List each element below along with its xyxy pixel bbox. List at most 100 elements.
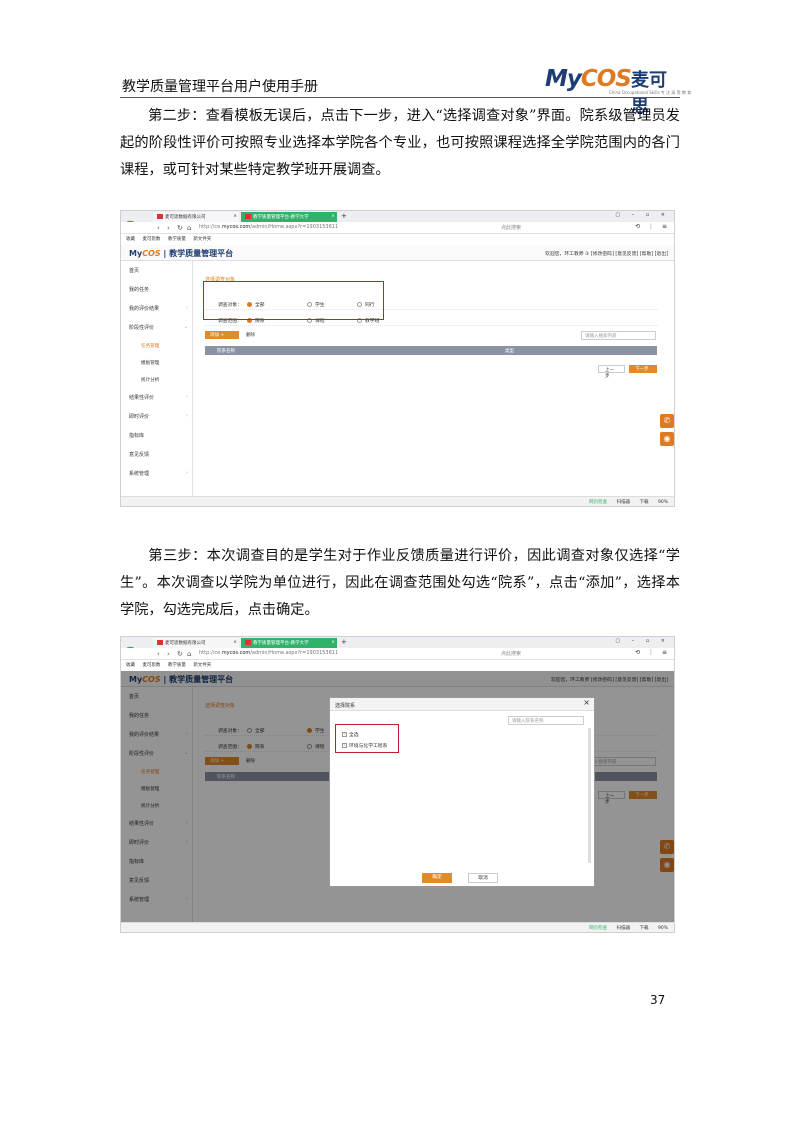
page-number: 37 — [650, 993, 666, 1007]
back-icon[interactable]: ‹ — [157, 224, 160, 232]
logo-sub: China Occupational Skills 专 注 高 等 教 育 — [609, 90, 692, 95]
modal-scrollbar[interactable] — [588, 728, 591, 863]
browser-tabbar: 麦可思数据有限公司 × 教学质量管理平台-教学大学 × + ▢ – ▫ × — [121, 211, 674, 222]
paragraph-step3: 第三步：本次调查目的是学生对于作业反馈质量进行评价，因此调查对象仅选择“学生”。… — [120, 543, 680, 624]
home-icon[interactable]: ⌂ — [187, 224, 191, 232]
bookmark-item[interactable]: 新文件夹 — [193, 237, 211, 242]
new-tab-icon[interactable]: + — [341, 212, 347, 220]
logo-cos: COS — [580, 66, 632, 92]
sidebar-item-feedback[interactable]: 意见反馈 — [121, 445, 192, 464]
app-brand: MyCOS | 教学质量管理平台 — [129, 249, 234, 258]
chevron-down-icon: ⌄ — [183, 324, 188, 330]
status-bar: 网页检查 扫描器 下载 90% — [121, 496, 674, 506]
sidebar-item-result-eval[interactable]: 结果性评价 › — [121, 388, 192, 407]
sidebar-item-my-results[interactable]: 我的评价结果 › — [121, 299, 192, 318]
browser-tools[interactable]: ⟲ ⋮ ≡ — [635, 649, 670, 656]
browser-tools[interactable]: ⟲ ⋮ ≡ — [635, 223, 670, 230]
browser-tab-2[interactable]: 教学质量管理平台-教学大学 × — [241, 638, 337, 648]
next-button[interactable]: 下一步 — [629, 365, 657, 373]
confirm-button[interactable]: 确定 — [422, 873, 452, 883]
url-field[interactable]: http://ce.mycos.com/admin/Home.aspx?r=19… — [199, 650, 479, 658]
header-links[interactable]: 欢迎您，环工教师 ① [修改密码] [意见反馈] [帮助] [退出] — [545, 250, 668, 257]
table-header: 院系名称 类型 — [205, 346, 657, 355]
sidebar-item-system[interactable]: 系统管理 › — [121, 464, 192, 483]
bookmarks-bar: 收藏 麦可思数 教学质量 新文件夹 — [121, 234, 674, 244]
zoom-level[interactable]: 90% — [658, 926, 668, 931]
chevron-right-icon: › — [186, 413, 188, 419]
status-item[interactable]: 扫描器 — [617, 926, 631, 931]
cancel-button[interactable]: 取消 — [468, 873, 498, 883]
sidebar-item-indicators[interactable]: 指标库 — [121, 426, 192, 445]
chevron-right-icon: › — [186, 470, 188, 476]
site-icon — [157, 214, 163, 219]
status-item[interactable]: 网页检查 — [589, 926, 607, 931]
company-logo: MyCOS 麦可思 China Occupational Skills 专 注 … — [545, 66, 691, 117]
close-icon[interactable]: × — [233, 214, 237, 219]
forward-icon[interactable]: › — [167, 224, 170, 232]
bookmarks-bar: 收藏 麦可思数 教学质量 新文件夹 — [121, 660, 674, 670]
browser-tab-1[interactable]: 麦可思数据有限公司 × — [153, 212, 239, 222]
new-tab-icon[interactable]: + — [341, 638, 347, 646]
highlight-box — [203, 281, 384, 320]
zoom-level[interactable]: 90% — [658, 500, 668, 505]
forward-icon[interactable]: › — [167, 650, 170, 658]
browser-tab-1[interactable]: 麦可思数据有限公司 × — [153, 638, 239, 648]
paragraph-step3-text: 第三步：本次调查目的是学生对于作业反馈质量进行评价，因此调查对象仅选择“学生”。… — [120, 548, 680, 618]
doc-header-title: 教学质量管理平台用户使用手册 — [122, 79, 318, 95]
header-rule — [120, 97, 680, 98]
back-icon[interactable]: ‹ — [157, 650, 160, 658]
sidebar-item-home[interactable]: 首页 — [121, 261, 192, 280]
department-search-input[interactable]: 请输入院系名称 — [508, 716, 584, 725]
sidebar-item-stage-eval[interactable]: 阶段性评价 ⌄ — [121, 318, 192, 337]
bookmark-item[interactable]: 教学质量 — [168, 237, 186, 242]
reload-icon[interactable]: ↻ — [177, 650, 183, 658]
paragraph-step2-text: 第二步：查看模板无误后，点击下一步，进入“选择调查对象”界面。院系级管理员发起的… — [120, 108, 680, 178]
bookmark-item[interactable]: 教学质量 — [168, 663, 186, 668]
browser-search-input[interactable]: 点此搜索 — [501, 650, 626, 658]
sidebar-subitem-template-mgmt[interactable]: 模板管理 — [121, 354, 192, 371]
browser-tabbar: 麦可思数据有限公司 × 教学质量管理平台-教学大学 × + ▢ – ▫ × — [121, 637, 674, 648]
site-icon — [245, 640, 251, 645]
status-item[interactable]: 下载 — [640, 500, 649, 505]
reload-icon[interactable]: ↻ — [177, 224, 183, 232]
browser-tab-2[interactable]: 教学质量管理平台-教学大学 × — [241, 212, 337, 222]
window-controls[interactable]: ▢ – ▫ × — [615, 638, 670, 644]
bookmark-item[interactable]: 麦可思数 — [142, 237, 160, 242]
window-controls[interactable]: ▢ – ▫ × — [615, 212, 670, 218]
bookmark-item[interactable]: 收藏 — [126, 237, 135, 242]
close-icon[interactable]: × — [331, 214, 335, 219]
close-icon[interactable]: × — [583, 698, 590, 707]
status-bar: 网页检查 扫描器 下载 90% — [121, 922, 674, 932]
sidebar-subitem-task-mgmt[interactable]: 任务管理 — [121, 337, 192, 354]
status-item[interactable]: 网页检查 — [589, 500, 607, 505]
status-item[interactable]: 下载 — [640, 926, 649, 931]
address-bar: ‹ › ↻ ⌂ http://ce.mycos.com/admin/Home.a… — [121, 222, 674, 234]
browser-search-input[interactable]: 点此搜索 — [501, 224, 626, 232]
search-input[interactable]: 请输入搜索内容 — [581, 331, 656, 340]
close-icon[interactable]: × — [331, 640, 335, 645]
bookmark-item[interactable]: 新文件夹 — [193, 663, 211, 668]
site-icon — [157, 640, 163, 645]
bookmark-item[interactable]: 收藏 — [126, 663, 135, 668]
app-header: MyCOS | 教学质量管理平台 欢迎您，环工教师 ① [修改密码] [意见反馈… — [121, 245, 674, 261]
sidebar-subitem-statistics[interactable]: 统计分析 — [121, 371, 192, 388]
phone-icon[interactable]: ✆ — [660, 414, 674, 428]
prev-button[interactable]: 上一步 — [598, 365, 625, 379]
home-icon[interactable]: ⌂ — [187, 650, 191, 658]
bookmark-item[interactable]: 麦可思数 — [142, 663, 160, 668]
sidebar-item-instant-eval[interactable]: 即时评价 › — [121, 407, 192, 426]
modal-title: 选择院系 — [330, 698, 594, 711]
chat-icon[interactable]: ◉ — [660, 432, 674, 446]
delete-button[interactable]: 删除 — [246, 332, 255, 338]
status-item[interactable]: 扫描器 — [617, 500, 631, 505]
chevron-right-icon: › — [186, 394, 188, 400]
sidebar-item-my-tasks[interactable]: 我的任务 — [121, 280, 192, 299]
logo-my: My — [545, 66, 582, 92]
sidebar: 首页 我的任务 我的评价结果 › 阶段性评价 ⌄ 任务管理 模板管理 统计分析 结果… — [121, 261, 193, 496]
site-icon — [245, 214, 251, 219]
add-button[interactable]: 添加 + — [205, 331, 239, 339]
close-icon[interactable]: × — [233, 640, 237, 645]
url-field[interactable]: http://ce.mycos.com/admin/Home.aspx?r=19… — [199, 224, 479, 232]
screenshot-select-object: 麦可思数据有限公司× 教学质量管理平台-教学大学× + ▢ – ▫ × e ‹ … — [120, 210, 675, 507]
chevron-right-icon: › — [186, 305, 188, 311]
